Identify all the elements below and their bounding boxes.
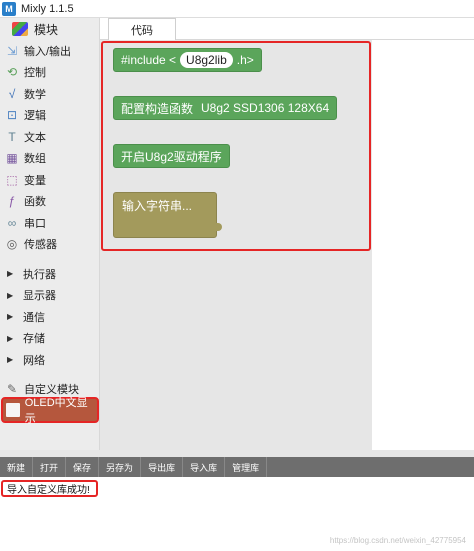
sidebar-item[interactable]: T 文本: [0, 126, 99, 148]
sidebar-item-label: 控制: [24, 67, 46, 80]
sidebar-item-label: 传感器: [24, 239, 57, 252]
category-sidebar: 模块 ⇲ 输入/输出 ⟲ 控制 √ 数学 ⊡ 逻辑 T 文本 ▦ 数组 ⬚ 变量 ƒ 函数 ∞ 串口 ◎ 传感器 ▶ 执…: [0, 18, 100, 450]
sidebar-group-label: 存储: [23, 333, 45, 346]
sidebar-group[interactable]: ▶ 网络: [0, 349, 99, 371]
console-message: 导入自定义库成功!: [1, 480, 98, 497]
puzzle-icon: [12, 22, 28, 36]
sidebar-group[interactable]: ▶ 显示器: [0, 285, 99, 307]
sidebar-item[interactable]: ⬚ 变量: [0, 169, 99, 191]
sidebar-item-label: 输入/输出: [24, 45, 72, 58]
open-button[interactable]: 打开: [33, 457, 67, 477]
custom-module-icon: ✎: [6, 382, 18, 397]
sidebar-item-label: 数组: [24, 153, 46, 166]
sidebar-item[interactable]: ƒ 函数: [0, 191, 99, 213]
io-icon: ⇲: [6, 43, 18, 58]
sidebar-group[interactable]: ▶ 通信: [0, 306, 99, 328]
expand-arrow-icon[interactable]: ▶: [7, 269, 17, 278]
sidebar-item[interactable]: ⊡ 逻辑: [0, 105, 99, 127]
text-icon: T: [8, 129, 16, 144]
logic-icon: ⊡: [6, 108, 18, 123]
sidebar-group[interactable]: ▶ 存储: [0, 328, 99, 350]
sidebar-item[interactable]: ∞ 串口: [0, 212, 99, 234]
bottom-toolbar: 新建 打开 保存 另存为 导出库 导入库 管理库: [0, 457, 474, 477]
sidebar-item-label: 函数: [24, 196, 46, 209]
variable-icon: ⬚: [6, 172, 18, 187]
control-icon: ⟲: [6, 65, 18, 80]
sidebar-group-label: 执行器: [23, 268, 56, 281]
save-as-button[interactable]: 另存为: [99, 457, 142, 477]
workspace-footer: [0, 450, 474, 457]
math-icon: √: [8, 86, 16, 101]
sidebar-item-label: OLED中文显示: [24, 397, 88, 425]
sidebar-item[interactable]: ▦ 数组: [0, 148, 99, 170]
sidebar-header-label: 模块: [34, 22, 59, 37]
sidebar-group-label: 通信: [23, 311, 45, 324]
title-bar: M Mixly 1.1.5: [0, 0, 474, 18]
sidebar-item[interactable]: ⟲ 控制: [0, 62, 99, 84]
oled-icon: [6, 403, 20, 417]
workspace-margin: [372, 40, 474, 450]
sidebar-item-label: 变量: [24, 174, 46, 187]
import-library-button[interactable]: 导入库: [183, 457, 226, 477]
new-button[interactable]: 新建: [0, 457, 34, 477]
sidebar-item[interactable]: ⇲ 输入/输出: [0, 40, 99, 62]
sensor-icon: ◎: [6, 237, 18, 252]
manage-library-button[interactable]: 管理库: [225, 457, 268, 477]
sidebar-item-label: 数学: [24, 88, 46, 101]
console-message-text: 导入自定义库成功!: [7, 485, 90, 496]
expand-arrow-icon[interactable]: ▶: [7, 291, 17, 300]
serial-icon: ∞: [7, 215, 17, 230]
tab-label: 代码: [131, 24, 153, 37]
sidebar-header: 模块: [0, 18, 99, 40]
tab-bar: 代码: [100, 18, 474, 40]
expand-arrow-icon[interactable]: ▶: [7, 312, 17, 321]
expand-arrow-icon[interactable]: ▶: [7, 355, 17, 364]
function-icon: ƒ: [8, 194, 16, 209]
watermark: https://blog.csdn.net/weixin_42775954: [329, 536, 466, 545]
export-library-button[interactable]: 导出库: [141, 457, 184, 477]
expand-arrow-icon[interactable]: ▶: [7, 334, 17, 343]
sidebar-group[interactable]: ▶ 执行器: [0, 263, 99, 285]
tab-code[interactable]: 代码: [108, 18, 176, 40]
sidebar-item-oled[interactable]: OLED中文显示: [1, 397, 99, 425]
app-title: Mixly 1.1.5: [21, 2, 74, 15]
blocks-highlight: [101, 41, 371, 251]
sidebar-item-label: 串口: [24, 217, 46, 230]
app-logo-icon: M: [2, 1, 16, 16]
sidebar-item[interactable]: ◎ 传感器: [0, 234, 99, 256]
sidebar-group-label: 网络: [23, 354, 45, 367]
sidebar-item-label: 文本: [24, 131, 46, 144]
sidebar-item-label: 逻辑: [24, 110, 46, 123]
sidebar-group-label: 显示器: [23, 290, 56, 303]
sidebar-item[interactable]: √ 数学: [0, 83, 99, 105]
save-button[interactable]: 保存: [66, 457, 100, 477]
array-icon: ▦: [6, 151, 18, 166]
